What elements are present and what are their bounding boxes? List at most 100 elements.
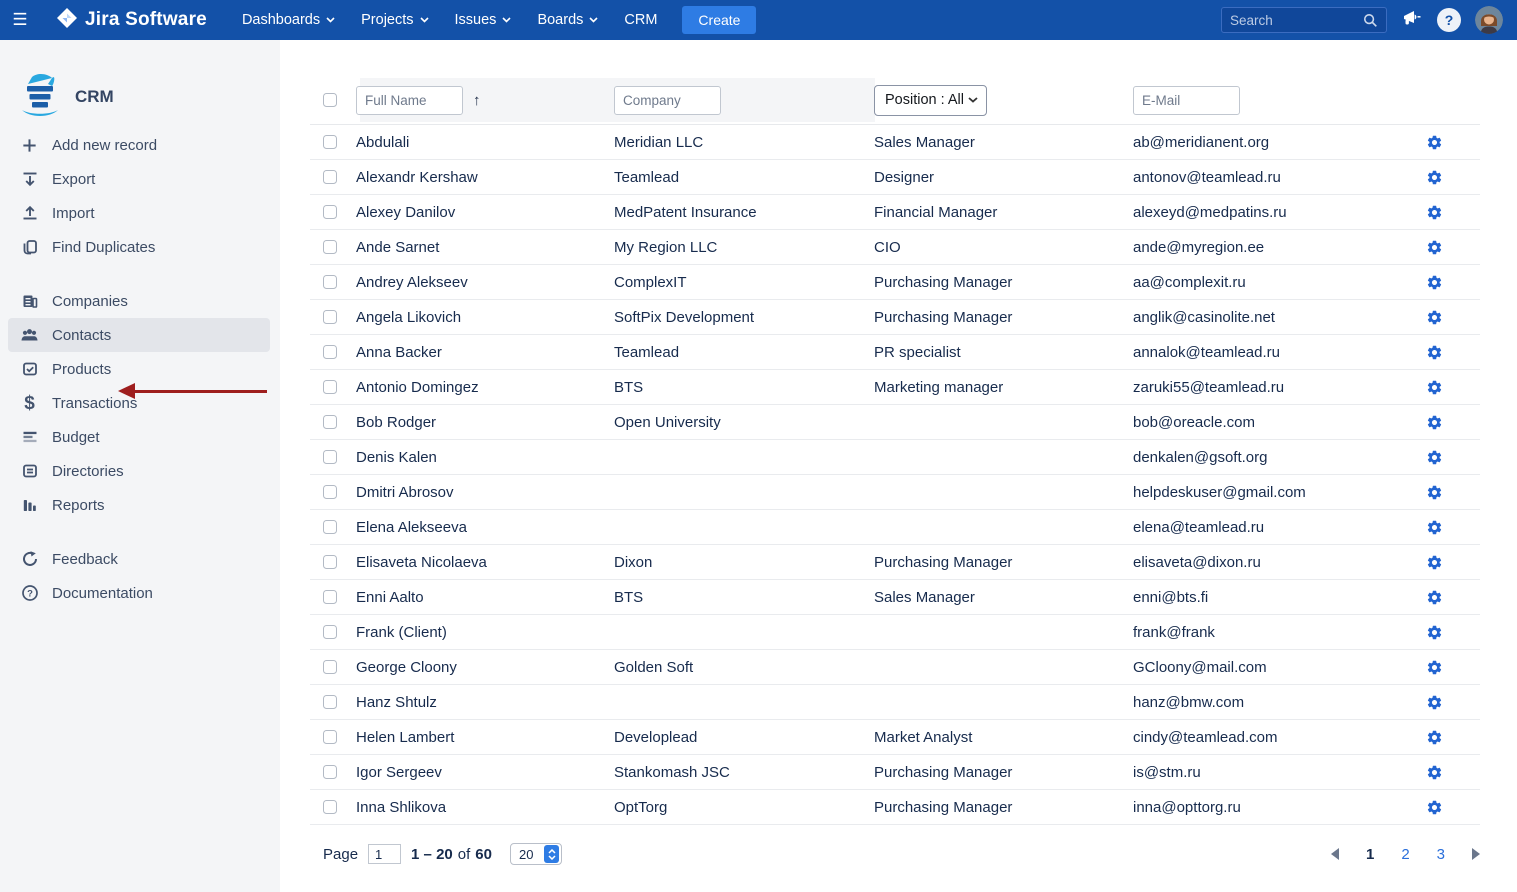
row-settings-gear-icon[interactable]	[1388, 274, 1480, 291]
jira-brand[interactable]: Jira Software	[56, 7, 207, 34]
avatar[interactable]	[1475, 6, 1503, 34]
search-input[interactable]	[1230, 13, 1363, 28]
table-row[interactable]: Elena Alekseeva elena@teamlead.ru	[310, 510, 1480, 545]
table-row[interactable]: Alexey Danilov MedPatent Insurance Finan…	[310, 195, 1480, 230]
row-checkbox[interactable]	[323, 765, 337, 779]
table-row[interactable]: Alexandr Kershaw Teamlead Designer anton…	[310, 160, 1480, 195]
sidebar-item-budget[interactable]: Budget	[0, 420, 280, 454]
row-settings-gear-icon[interactable]	[1388, 694, 1480, 711]
row-checkbox[interactable]	[323, 135, 337, 149]
row-checkbox[interactable]	[323, 275, 337, 289]
table-row[interactable]: Igor Sergeev Stankomash JSC Purchasing M…	[310, 755, 1480, 790]
full-name-filter-input[interactable]	[356, 86, 463, 115]
row-checkbox[interactable]	[323, 590, 337, 604]
row-checkbox[interactable]	[323, 695, 337, 709]
row-settings-gear-icon[interactable]	[1388, 519, 1480, 536]
create-button[interactable]: Create	[682, 6, 756, 34]
row-settings-gear-icon[interactable]	[1388, 449, 1480, 466]
table-row[interactable]: Bob Rodger Open University bob@oreacle.c…	[310, 405, 1480, 440]
row-settings-gear-icon[interactable]	[1388, 729, 1480, 746]
row-checkbox[interactable]	[323, 205, 337, 219]
select-all-checkbox[interactable]	[323, 93, 337, 107]
row-settings-gear-icon[interactable]	[1388, 379, 1480, 396]
table-row[interactable]: Abdulali Meridian LLC Sales Manager ab@m…	[310, 125, 1480, 160]
row-checkbox[interactable]	[323, 485, 337, 499]
table-row[interactable]: Denis Kalen denkalen@gsoft.org	[310, 440, 1480, 475]
row-settings-gear-icon[interactable]	[1388, 554, 1480, 571]
nav-issues[interactable]: Issues	[442, 0, 525, 40]
row-checkbox[interactable]	[323, 345, 337, 359]
sidebar-item-import[interactable]: Import	[0, 196, 280, 230]
help-icon[interactable]: ?	[1437, 8, 1461, 32]
sidebar-item-add-new-record[interactable]: Add new record	[0, 128, 280, 162]
sort-ascending-icon[interactable]: ↑	[473, 92, 481, 109]
row-settings-gear-icon[interactable]	[1388, 134, 1480, 151]
global-search[interactable]	[1221, 7, 1387, 33]
table-row[interactable]: Hanz Shtulz hanz@bmw.com	[310, 685, 1480, 720]
row-checkbox[interactable]	[323, 660, 337, 674]
row-checkbox[interactable]	[323, 310, 337, 324]
sidebar-item-export[interactable]: Export	[0, 162, 280, 196]
table-row[interactable]: Dmitri Abrosov helpdeskuser@gmail.com	[310, 475, 1480, 510]
row-checkbox[interactable]	[323, 730, 337, 744]
nav-projects[interactable]: Projects	[348, 0, 441, 40]
page-number-input[interactable]	[368, 844, 401, 864]
row-settings-gear-icon[interactable]	[1388, 414, 1480, 431]
page-2-link[interactable]: 2	[1401, 846, 1409, 863]
page-1-link[interactable]: 1	[1366, 846, 1374, 863]
table-row[interactable]: Enni Aalto BTS Sales Manager enni@bts.fi	[310, 580, 1480, 615]
row-settings-gear-icon[interactable]	[1388, 169, 1480, 186]
company-filter-input[interactable]	[614, 86, 721, 115]
row-checkbox[interactable]	[323, 170, 337, 184]
table-row[interactable]: Ande Sarnet My Region LLC CIO ande@myreg…	[310, 230, 1480, 265]
row-checkbox[interactable]	[323, 555, 337, 569]
sidebar-item-products[interactable]: Products	[0, 352, 280, 386]
table-row[interactable]: Elisaveta Nicolaeva Dixon Purchasing Man…	[310, 545, 1480, 580]
nav-dashboards[interactable]: Dashboards	[229, 0, 348, 40]
row-settings-gear-icon[interactable]	[1388, 344, 1480, 361]
row-settings-gear-icon[interactable]	[1388, 764, 1480, 781]
sidebar-item-companies[interactable]: Companies	[0, 284, 280, 318]
row-settings-gear-icon[interactable]	[1388, 484, 1480, 501]
email-filter-input[interactable]	[1133, 86, 1240, 115]
row-settings-gear-icon[interactable]	[1388, 659, 1480, 676]
sidebar-item-feedback[interactable]: Feedback	[0, 542, 280, 576]
row-checkbox[interactable]	[323, 800, 337, 814]
sidebar-item-directories[interactable]: Directories	[0, 454, 280, 488]
table-row[interactable]: George Cloony Golden Soft GCloony@mail.c…	[310, 650, 1480, 685]
row-checkbox[interactable]	[323, 625, 337, 639]
position-filter-select[interactable]: Position : All	[874, 85, 987, 116]
sidebar-item-contacts[interactable]: Contacts	[8, 318, 270, 352]
row-checkbox[interactable]	[323, 520, 337, 534]
row-settings-gear-icon[interactable]	[1388, 799, 1480, 816]
sidebar-item-transactions[interactable]: $ Transactions	[0, 386, 280, 420]
page-3-link[interactable]: 3	[1437, 846, 1445, 863]
sidebar-item-find-duplicates[interactable]: Find Duplicates	[0, 230, 280, 264]
table-filter-header: ↑ Position : All	[310, 78, 1480, 124]
table-row[interactable]: Anna Backer Teamlead PR specialist annal…	[310, 335, 1480, 370]
nav-crm[interactable]: CRM	[611, 0, 670, 40]
table-row[interactable]: Inna Shlikova OptTorg Purchasing Manager…	[310, 790, 1480, 825]
row-settings-gear-icon[interactable]	[1388, 239, 1480, 256]
row-checkbox[interactable]	[323, 415, 337, 429]
row-settings-gear-icon[interactable]	[1388, 204, 1480, 221]
sidebar-item-reports[interactable]: Reports	[0, 488, 280, 522]
nav-boards[interactable]: Boards	[524, 0, 611, 40]
next-page-icon[interactable]	[1472, 848, 1480, 860]
row-checkbox[interactable]	[323, 380, 337, 394]
table-row[interactable]: Andrey Alekseev ComplexIT Purchasing Man…	[310, 265, 1480, 300]
row-checkbox[interactable]	[323, 240, 337, 254]
row-settings-gear-icon[interactable]	[1388, 624, 1480, 641]
row-settings-gear-icon[interactable]	[1388, 589, 1480, 606]
table-row[interactable]: Frank (Client) frank@frank	[310, 615, 1480, 650]
megaphone-icon[interactable]	[1401, 8, 1423, 33]
row-checkbox[interactable]	[323, 450, 337, 464]
table-row[interactable]: Angela Likovich SoftPix Development Purc…	[310, 300, 1480, 335]
table-row[interactable]: Antonio Domingez BTS Marketing manager z…	[310, 370, 1480, 405]
per-page-select[interactable]: 20	[510, 843, 562, 865]
hamburger-menu-icon[interactable]: ☰	[0, 10, 40, 30]
sidebar-item-documentation[interactable]: ? Documentation	[0, 576, 280, 610]
row-settings-gear-icon[interactable]	[1388, 309, 1480, 326]
previous-page-icon[interactable]	[1331, 848, 1339, 860]
table-row[interactable]: Helen Lambert Developlead Market Analyst…	[310, 720, 1480, 755]
